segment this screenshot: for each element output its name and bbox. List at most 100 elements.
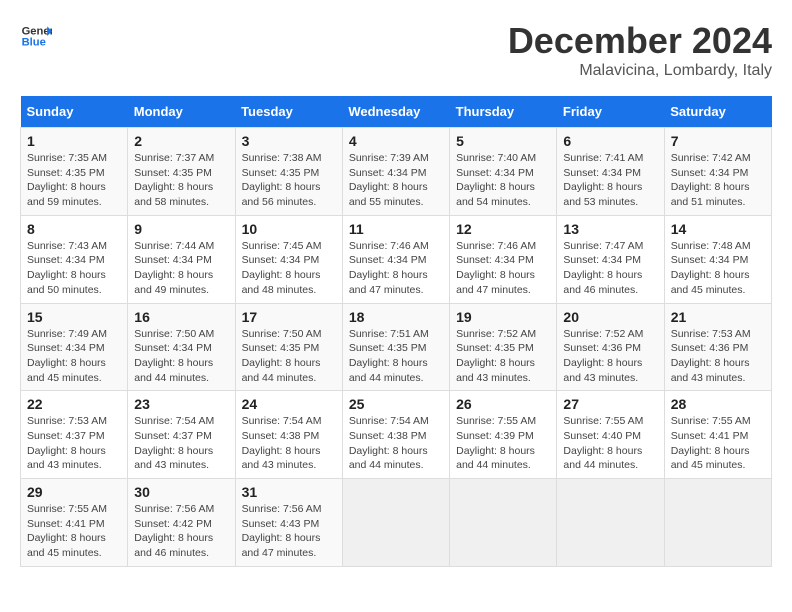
weekday-header-row: SundayMondayTuesdayWednesdayThursdayFrid…	[21, 96, 772, 128]
day-info: Sunrise: 7:40 AM Sunset: 4:34 PM Dayligh…	[456, 151, 550, 210]
day-info: Sunrise: 7:43 AM Sunset: 4:34 PM Dayligh…	[27, 239, 121, 298]
calendar-cell: 10Sunrise: 7:45 AM Sunset: 4:34 PM Dayli…	[235, 215, 342, 303]
day-info: Sunrise: 7:46 AM Sunset: 4:34 PM Dayligh…	[349, 239, 443, 298]
calendar-cell: 7 Sunrise: 7:42 AM Sunset: 4:34 PM Daylig…	[664, 128, 771, 216]
day-number: 24	[242, 396, 336, 412]
day-number: 31	[242, 484, 336, 500]
day-number: 9	[134, 221, 228, 237]
calendar-week-5: 29Sunrise: 7:55 AM Sunset: 4:41 PM Dayli…	[21, 479, 772, 567]
month-title: December 2024	[508, 20, 772, 62]
day-info: Sunrise: 7:35 AM Sunset: 4:35 PM Dayligh…	[27, 151, 121, 210]
calendar-cell: 20 Sunrise: 7:52 AM Sunset: 4:36 PM Dayli…	[557, 303, 664, 391]
weekday-header-friday: Friday	[557, 96, 664, 128]
day-number: 15	[27, 309, 121, 325]
weekday-header-tuesday: Tuesday	[235, 96, 342, 128]
day-number: 27	[563, 396, 657, 412]
day-number: 6	[563, 133, 657, 149]
calendar-cell: 2Sunrise: 7:37 AM Sunset: 4:35 PM Daylig…	[128, 128, 235, 216]
day-number: 13	[563, 221, 657, 237]
day-number: 7	[671, 133, 765, 149]
day-info: Sunrise: 7:49 AM Sunset: 4:34 PM Dayligh…	[27, 327, 121, 386]
day-info: Sunrise: 7:44 AM Sunset: 4:34 PM Dayligh…	[134, 239, 228, 298]
day-info: Sunrise: 7:38 AM Sunset: 4:35 PM Dayligh…	[242, 151, 336, 210]
calendar-cell: 11 Sunrise: 7:46 AM Sunset: 4:34 PM Dayli…	[342, 215, 449, 303]
day-info: Sunrise: 7:54 AM Sunset: 4:38 PM Dayligh…	[349, 414, 443, 473]
day-number: 21	[671, 309, 765, 325]
weekday-header-saturday: Saturday	[664, 96, 771, 128]
day-number: 12	[456, 221, 550, 237]
day-number: 23	[134, 396, 228, 412]
calendar-cell: 14 Sunrise: 7:48 AM Sunset: 4:34 PM Dayli…	[664, 215, 771, 303]
calendar-cell: 30 Sunrise: 7:56 AM Sunset: 4:42 PM Dayli…	[128, 479, 235, 567]
day-number: 20	[563, 309, 657, 325]
calendar-cell: 5 Sunrise: 7:40 AM Sunset: 4:34 PM Daylig…	[450, 128, 557, 216]
day-info: Sunrise: 7:54 AM Sunset: 4:37 PM Dayligh…	[134, 414, 228, 473]
day-info: Sunrise: 7:55 AM Sunset: 4:41 PM Dayligh…	[671, 414, 765, 473]
day-number: 16	[134, 309, 228, 325]
day-number: 10	[242, 221, 336, 237]
day-info: Sunrise: 7:55 AM Sunset: 4:39 PM Dayligh…	[456, 414, 550, 473]
calendar-cell	[342, 479, 449, 567]
calendar-week-3: 15 Sunrise: 7:49 AM Sunset: 4:34 PM Dayli…	[21, 303, 772, 391]
day-info: Sunrise: 7:53 AM Sunset: 4:37 PM Dayligh…	[27, 414, 121, 473]
day-number: 5	[456, 133, 550, 149]
day-number: 19	[456, 309, 550, 325]
calendar-cell: 8 Sunrise: 7:43 AM Sunset: 4:34 PM Daylig…	[21, 215, 128, 303]
day-info: Sunrise: 7:52 AM Sunset: 4:35 PM Dayligh…	[456, 327, 550, 386]
day-number: 8	[27, 221, 121, 237]
day-info: Sunrise: 7:54 AM Sunset: 4:38 PM Dayligh…	[242, 414, 336, 473]
calendar-cell: 18Sunrise: 7:51 AM Sunset: 4:35 PM Dayli…	[342, 303, 449, 391]
calendar-cell: 13 Sunrise: 7:47 AM Sunset: 4:34 PM Dayli…	[557, 215, 664, 303]
day-number: 14	[671, 221, 765, 237]
calendar-cell: 3 Sunrise: 7:38 AM Sunset: 4:35 PM Daylig…	[235, 128, 342, 216]
location-title: Malavicina, Lombardy, Italy	[508, 62, 772, 80]
day-number: 17	[242, 309, 336, 325]
calendar-cell: 1 Sunrise: 7:35 AM Sunset: 4:35 PM Daylig…	[21, 128, 128, 216]
day-number: 30	[134, 484, 228, 500]
day-number: 3	[242, 133, 336, 149]
calendar-week-4: 22Sunrise: 7:53 AM Sunset: 4:37 PM Dayli…	[21, 391, 772, 479]
day-info: Sunrise: 7:48 AM Sunset: 4:34 PM Dayligh…	[671, 239, 765, 298]
calendar-cell: 16 Sunrise: 7:50 AM Sunset: 4:34 PM Dayli…	[128, 303, 235, 391]
day-info: Sunrise: 7:56 AM Sunset: 4:42 PM Dayligh…	[134, 502, 228, 561]
calendar-cell: 23 Sunrise: 7:54 AM Sunset: 4:37 PM Dayli…	[128, 391, 235, 479]
day-info: Sunrise: 7:50 AM Sunset: 4:34 PM Dayligh…	[134, 327, 228, 386]
calendar-cell: 6 Sunrise: 7:41 AM Sunset: 4:34 PM Daylig…	[557, 128, 664, 216]
day-number: 1	[27, 133, 121, 149]
calendar-week-2: 8 Sunrise: 7:43 AM Sunset: 4:34 PM Daylig…	[21, 215, 772, 303]
calendar-cell	[664, 479, 771, 567]
logo-icon: General Blue	[20, 20, 52, 52]
day-number: 11	[349, 221, 443, 237]
day-info: Sunrise: 7:41 AM Sunset: 4:34 PM Dayligh…	[563, 151, 657, 210]
svg-text:Blue: Blue	[22, 37, 46, 49]
day-number: 26	[456, 396, 550, 412]
day-number: 2	[134, 133, 228, 149]
calendar-cell: 12Sunrise: 7:46 AM Sunset: 4:34 PM Dayli…	[450, 215, 557, 303]
weekday-header-wednesday: Wednesday	[342, 96, 449, 128]
day-info: Sunrise: 7:47 AM Sunset: 4:34 PM Dayligh…	[563, 239, 657, 298]
calendar-cell: 25 Sunrise: 7:54 AM Sunset: 4:38 PM Dayli…	[342, 391, 449, 479]
day-number: 18	[349, 309, 443, 325]
title-area: December 2024 Malavicina, Lombardy, Ital…	[508, 20, 772, 80]
header: General Blue December 2024 Malavicina, L…	[20, 20, 772, 80]
day-number: 25	[349, 396, 443, 412]
day-info: Sunrise: 7:42 AM Sunset: 4:34 PM Dayligh…	[671, 151, 765, 210]
calendar-cell: 28 Sunrise: 7:55 AM Sunset: 4:41 PM Dayli…	[664, 391, 771, 479]
day-info: Sunrise: 7:56 AM Sunset: 4:43 PM Dayligh…	[242, 502, 336, 561]
logo: General Blue	[20, 20, 52, 52]
calendar-cell: 17 Sunrise: 7:50 AM Sunset: 4:35 PM Dayli…	[235, 303, 342, 391]
calendar-cell: 19 Sunrise: 7:52 AM Sunset: 4:35 PM Dayli…	[450, 303, 557, 391]
day-info: Sunrise: 7:55 AM Sunset: 4:40 PM Dayligh…	[563, 414, 657, 473]
calendar-cell: 22Sunrise: 7:53 AM Sunset: 4:37 PM Dayli…	[21, 391, 128, 479]
calendar-cell: 24 Sunrise: 7:54 AM Sunset: 4:38 PM Dayli…	[235, 391, 342, 479]
day-number: 28	[671, 396, 765, 412]
weekday-header-thursday: Thursday	[450, 96, 557, 128]
day-info: Sunrise: 7:53 AM Sunset: 4:36 PM Dayligh…	[671, 327, 765, 386]
calendar-cell: 9 Sunrise: 7:44 AM Sunset: 4:34 PM Daylig…	[128, 215, 235, 303]
calendar-week-1: 1 Sunrise: 7:35 AM Sunset: 4:35 PM Daylig…	[21, 128, 772, 216]
day-info: Sunrise: 7:52 AM Sunset: 4:36 PM Dayligh…	[563, 327, 657, 386]
weekday-header-monday: Monday	[128, 96, 235, 128]
weekday-header-sunday: Sunday	[21, 96, 128, 128]
calendar-cell: 29Sunrise: 7:55 AM Sunset: 4:41 PM Dayli…	[21, 479, 128, 567]
day-info: Sunrise: 7:50 AM Sunset: 4:35 PM Dayligh…	[242, 327, 336, 386]
